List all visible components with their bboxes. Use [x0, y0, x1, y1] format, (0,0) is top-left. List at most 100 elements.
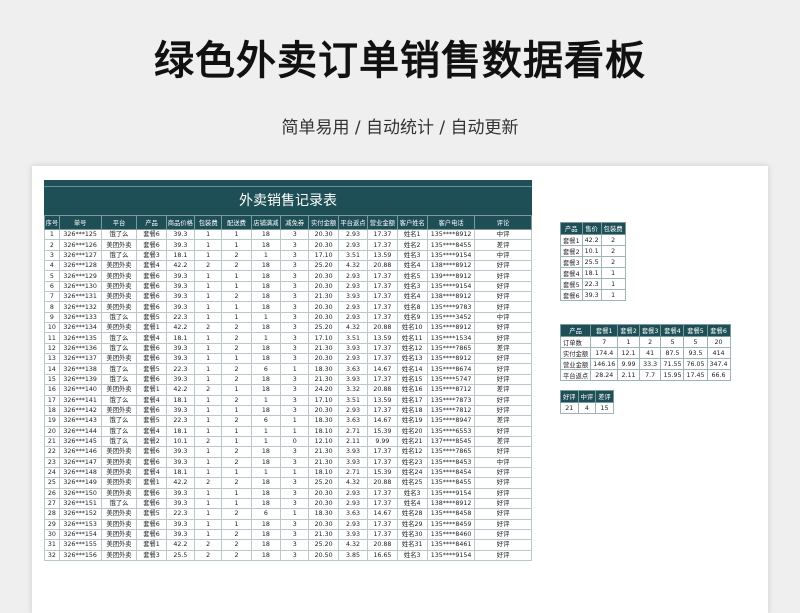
table-cell: 18.1 — [581, 267, 602, 279]
table-cell: 39.3 — [581, 289, 602, 301]
table-cell: 2.93 — [337, 280, 369, 293]
column-header: 配送费 — [221, 215, 252, 230]
table-cell: 2 — [221, 260, 252, 272]
table-cell: 17.37 — [367, 342, 398, 355]
table-cell: 18 — [250, 228, 282, 241]
table-cell: 美团外卖 — [100, 322, 138, 334]
table-cell: 3.93 — [337, 342, 369, 355]
table-cell: 42.2 — [165, 322, 196, 334]
table-cell: 营业金额 — [559, 358, 592, 370]
table-row: 1 326***125 饿了么 套餐6 39.3 1 1 18 3 20.30 2.93 17.37 姓… — [44, 228, 532, 241]
table-cell: 3 — [280, 301, 310, 313]
table-cell: 2.93 — [337, 404, 369, 417]
table-cell: 3 — [280, 322, 310, 334]
table-cell: 326***154 — [58, 528, 102, 541]
table-cell: 2 — [600, 245, 626, 257]
table-row: 8 326***132 美团外卖 套餐6 39.3 1 1 18 3 20.30 2.93 17.37… — [44, 301, 532, 313]
table-cell: 1 — [194, 239, 223, 251]
table-row: 18 326***142 美团外卖 套餐6 39.3 1 1 18 3 20.30 2.93 17.3… — [44, 404, 532, 417]
table-row: 32 326***156 美团外卖 套餐3 25.5 2 2 18 3 20.50 3.85 16.6… — [44, 549, 532, 562]
table-cell: 326***150 — [58, 487, 102, 499]
table-cell: 18.1 — [165, 332, 196, 344]
table-cell: 39.3 — [165, 228, 196, 241]
table-cell: 1 — [221, 311, 252, 324]
table-cell: 326***156 — [58, 549, 102, 562]
table-cell: 18 — [250, 353, 282, 365]
table-cell: 138****8912 — [426, 260, 476, 272]
table-cell: 套餐4 — [136, 425, 167, 437]
table-cell: 21 — [44, 435, 60, 448]
column-header: 店铺满减 — [250, 215, 282, 230]
table-cell: 美团外卖 — [100, 404, 138, 417]
table-cell: 套餐6 — [136, 291, 167, 303]
sales-record-section: 外卖销售记录表 序号 单号 平台 产品 商品价格 包装费 配送费 店铺满减 减免券 实付金额 平台返… — [44, 180, 532, 562]
table-cell: 2.93 — [337, 270, 369, 282]
table-cell: 17.37 — [367, 404, 398, 417]
review-table: 好评 中评 差评 21 4 15 — [560, 390, 614, 414]
column-header: 包装费 — [600, 222, 626, 235]
table-cell: 18 — [250, 270, 282, 282]
table-cell: 饿了么 — [100, 332, 138, 344]
table-cell: 10 — [44, 322, 60, 334]
table-cell: 1 — [221, 353, 252, 365]
table-cell: 20.50 — [308, 549, 339, 562]
table-cell: 3 — [280, 487, 310, 499]
table-cell: 16 — [44, 384, 60, 396]
table-cell: 18.1 — [165, 249, 196, 262]
table-cell: 1 — [221, 239, 252, 251]
table-cell: 18 — [250, 342, 282, 355]
table-cell: 饿了么 — [100, 342, 138, 355]
table-cell: 326***136 — [58, 342, 102, 355]
table-cell: 美团外卖 — [100, 539, 138, 551]
table-cell: 21.30 — [308, 446, 339, 458]
table-cell: 3 — [280, 291, 310, 303]
table-cell: 2.93 — [337, 301, 369, 313]
table-cell: 18.1 — [165, 394, 196, 406]
table-cell: 3.85 — [337, 549, 369, 562]
table-cell: 姓名16 — [396, 384, 428, 396]
table-row: 23 326***147 美团外卖 套餐6 39.3 1 2 18 3 21.30 3.93 17.3… — [44, 456, 532, 468]
table-cell: 2 — [221, 446, 252, 458]
table-cell: 姓名21 — [396, 435, 428, 448]
table-cell: 饿了么 — [100, 311, 138, 324]
sales-record-title: 外卖销售记录表 — [44, 186, 532, 215]
table-row: 7 326***131 美团外卖 套餐6 39.3 1 2 18 3 21.30 3.93 17.37… — [44, 291, 532, 303]
table-cell: 135****9154 — [426, 280, 476, 293]
table-cell: 2 — [221, 249, 252, 262]
table-cell: 姓名4 — [396, 291, 428, 303]
table-cell: 姓名23 — [396, 456, 428, 468]
table-cell: 2 — [221, 332, 252, 344]
table-cell: 27 — [44, 497, 60, 510]
table-cell: 17.37 — [367, 291, 398, 303]
table-cell: 25.20 — [308, 477, 339, 489]
table-cell: 9.99 — [367, 435, 398, 448]
table-cell: 中评 — [474, 311, 532, 324]
table-cell: 1 — [280, 415, 310, 427]
table-cell: 10.1 — [165, 435, 196, 448]
table-cell: 2 — [221, 415, 252, 427]
table-cell: 2.93 — [337, 353, 369, 365]
table-cell: 18 — [250, 518, 282, 530]
table-cell: 28 — [44, 508, 60, 520]
table-cell: 20.30 — [308, 487, 339, 499]
table-cell: 135****8455 — [426, 239, 476, 251]
table-cell: 套餐5 — [136, 363, 167, 375]
table-cell: 39.3 — [165, 487, 196, 499]
table-cell: 326***146 — [58, 446, 102, 458]
table-cell: 6 — [250, 363, 282, 375]
table-cell: 326***141 — [58, 394, 102, 406]
table-cell: 美团外卖 — [100, 270, 138, 282]
table-cell: 93.5 — [683, 347, 708, 359]
table-cell: 137****8545 — [426, 435, 476, 448]
table-cell: 3 — [280, 270, 310, 282]
table-cell: 39.3 — [165, 404, 196, 417]
table-cell: 174.4 — [590, 347, 619, 359]
table-cell: 326***147 — [58, 456, 102, 468]
table-cell: 4 — [577, 402, 597, 414]
table-cell: 326***140 — [58, 384, 102, 396]
table-cell: 17.45 — [683, 369, 708, 381]
table-row: 平台返点 28.24 2.11 7.7 15.95 17.45 66.6 — [559, 369, 731, 381]
table-cell: 326***144 — [58, 425, 102, 437]
table-cell: 326***127 — [58, 249, 102, 262]
table-cell: 饿了么 — [100, 373, 138, 386]
